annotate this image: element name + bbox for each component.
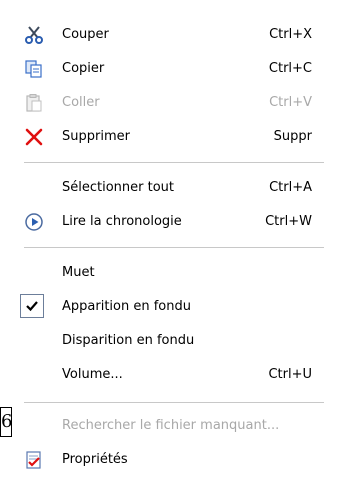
menu-item-label: Lire la chronologie <box>62 214 182 229</box>
menu-separator <box>24 402 324 403</box>
copy-icon <box>24 59 44 79</box>
delete-x-icon <box>24 127 44 147</box>
menu-item-delete[interactable]: Supprimer Suppr <box>0 120 330 154</box>
menu-item-shortcut: Ctrl+V <box>269 95 312 110</box>
menu-item-label: Coller <box>62 95 100 110</box>
menu-item-play-timeline[interactable]: Lire la chronologie Ctrl+W <box>0 205 330 239</box>
menu-item-shortcut: Ctrl+A <box>269 180 312 195</box>
menu-item-shortcut: Suppr <box>273 129 312 144</box>
menu-item-copy[interactable]: Copier Ctrl+C <box>0 52 330 86</box>
menu-item-label: Copier <box>62 61 105 76</box>
menu-separator <box>24 162 324 163</box>
play-circle-icon <box>24 212 44 232</box>
menu-item-label: Sélectionner tout <box>62 180 175 195</box>
menu-item-label: Disparition en fondu <box>62 333 195 348</box>
side-marker: 6 <box>0 407 12 437</box>
paste-icon <box>24 93 44 113</box>
menu-item-label: Volume... <box>62 367 123 382</box>
menu-separator <box>24 247 324 248</box>
menu-item-volume[interactable]: Volume... Ctrl+U <box>0 358 330 392</box>
checkmark-icon <box>20 294 44 318</box>
menu-item-cut[interactable]: Couper Ctrl+X <box>0 18 330 52</box>
properties-icon <box>24 450 44 470</box>
menu-item-shortcut: Ctrl+C <box>268 61 312 76</box>
scissors-icon <box>24 25 44 45</box>
context-menu: Couper Ctrl+X Copier Ctrl+C Coller Ctrl+… <box>0 0 340 475</box>
menu-item-label: Muet <box>62 265 95 280</box>
menu-item-paste[interactable]: Coller Ctrl+V <box>0 86 330 120</box>
menu-item-label: Apparition en fondu <box>62 299 191 314</box>
menu-item-label: Couper <box>62 27 109 42</box>
menu-item-shortcut: Ctrl+U <box>268 367 312 382</box>
menu-item-shortcut: Ctrl+X <box>269 27 312 42</box>
menu-item-mute[interactable]: Muet <box>0 256 330 290</box>
menu-item-label: Supprimer <box>62 129 130 144</box>
menu-item-find-missing-file[interactable]: Rechercher le fichier manquant... <box>0 409 330 443</box>
menu-item-shortcut: Ctrl+W <box>265 214 312 229</box>
menu-item-properties[interactable]: Propriétés <box>0 443 330 477</box>
menu-item-fade-out[interactable]: Disparition en fondu <box>0 324 330 358</box>
menu-item-select-all[interactable]: Sélectionner tout Ctrl+A <box>0 171 330 205</box>
menu-item-label: Rechercher le fichier manquant... <box>62 418 280 433</box>
menu-item-fade-in[interactable]: Apparition en fondu <box>0 290 330 324</box>
menu-item-label: Propriétés <box>62 452 128 467</box>
